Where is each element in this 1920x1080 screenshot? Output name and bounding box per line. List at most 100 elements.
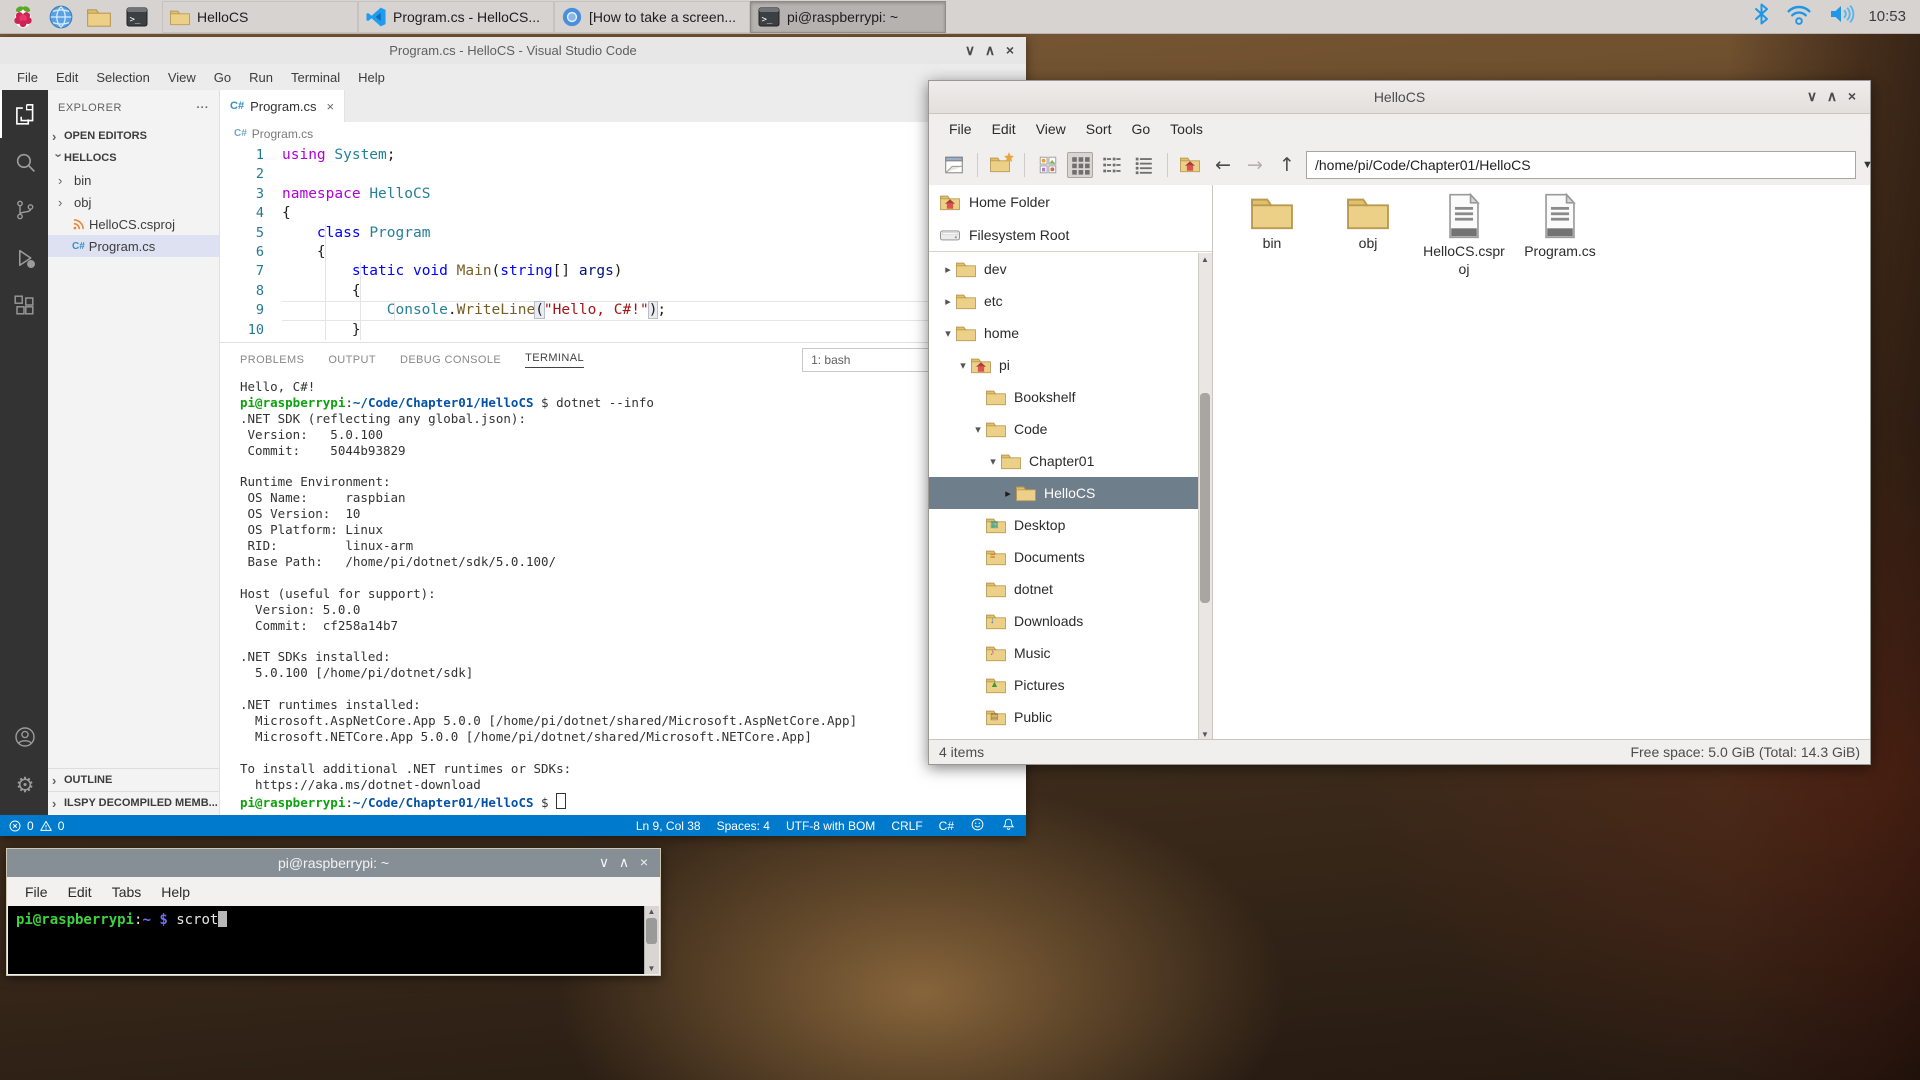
status-utf8[interactable]: UTF-8 with BOM — [786, 819, 875, 833]
activity-explorer-icon[interactable] — [0, 90, 48, 138]
scroll-down-icon[interactable]: ▼ — [1199, 730, 1211, 739]
tree-collapsed-icon[interactable]: ▸ — [1001, 487, 1015, 500]
path-dropdown-icon[interactable]: ▼ — [1862, 159, 1873, 171]
vscode-menu-view[interactable]: View — [159, 67, 205, 88]
panel-tab-problems[interactable]: PROBLEMS — [240, 354, 304, 366]
vscode-menu-terminal[interactable]: Terminal — [282, 67, 349, 88]
taskbar-window-1[interactable]: HelloCS — [162, 1, 358, 33]
scroll-down-icon[interactable]: ▼ — [645, 964, 658, 973]
code-area[interactable]: 1using System;23namespace HelloCS4{5 cla… — [220, 146, 1026, 342]
vscode-menu-selection[interactable]: Selection — [87, 67, 158, 88]
vscode-minimize-button[interactable]: ∨ — [960, 42, 980, 59]
panel-tab-output[interactable]: OUTPUT — [328, 354, 376, 366]
tree-item-bookshelf[interactable]: Bookshelf — [929, 381, 1199, 413]
tree-item-dotnet[interactable]: dotnet — [929, 573, 1199, 605]
terminal-minimize-button[interactable]: ∨ — [594, 854, 614, 871]
tree-item-desktop[interactable]: ▦Desktop — [929, 509, 1199, 541]
sidebar-section-outline[interactable]: ›OUTLINE — [48, 768, 219, 791]
taskbar-window-4[interactable]: >_pi@raspberrypi: ~ — [750, 1, 946, 33]
terminal-menu-tabs[interactable]: Tabs — [102, 880, 152, 904]
file-manager-close-button[interactable]: × — [1842, 88, 1862, 105]
taskbar-window-3[interactable]: [How to take a screen... — [554, 1, 750, 33]
scroll-up-icon[interactable]: ▲ — [1199, 255, 1211, 264]
vscode-menu-edit[interactable]: Edit — [47, 67, 87, 88]
tree-item-code[interactable]: ▾Code — [929, 413, 1199, 445]
taskbar-window-2[interactable]: Program.cs - HelloCS... — [358, 1, 554, 33]
scroll-up-icon[interactable]: ▲ — [645, 907, 658, 916]
tree-expanded-icon[interactable]: ▾ — [956, 359, 970, 372]
file-manager-titlebar[interactable]: HelloCS ∨∧× — [929, 81, 1870, 114]
panel-tab-debug-console[interactable]: DEBUG CONSOLE — [400, 354, 501, 366]
status-ln[interactable]: Ln 9, Col 38 — [636, 819, 701, 833]
status-spaces[interactable]: Spaces: 4 — [717, 819, 770, 833]
panel-tab-terminal[interactable]: TERMINAL — [525, 352, 584, 368]
terminal-menu-file[interactable]: File — [15, 880, 58, 904]
tree-item-downloads[interactable]: ↓Downloads — [929, 605, 1199, 637]
tree-expanded-icon[interactable]: ▾ — [971, 423, 985, 436]
feedback-icon[interactable] — [970, 817, 985, 835]
tree-item-pictures[interactable]: ▲Pictures — [929, 669, 1199, 701]
vscode-titlebar[interactable]: Program.cs - HelloCS - Visual Studio Cod… — [0, 37, 1026, 64]
integrated-terminal[interactable]: Hello, C#!pi@raspberrypi:~/Code/Chapter0… — [220, 376, 1026, 810]
terminal-scrollbar[interactable]: ▲ ▼ — [644, 906, 659, 974]
forward-button[interactable]: → — [1242, 152, 1268, 178]
problems-status[interactable]: 00 — [0, 819, 64, 833]
launcher-terminal[interactable]: >_ — [122, 3, 152, 31]
status-crlf[interactable]: CRLF — [891, 819, 922, 833]
tree-item-dev[interactable]: ▸dev — [929, 253, 1199, 285]
place-home-folder[interactable]: Home Folder — [929, 185, 1212, 218]
status-c[interactable]: C# — [939, 819, 954, 833]
more-actions-icon[interactable]: ··· — [197, 102, 210, 114]
notifications-bell-icon[interactable] — [1001, 817, 1016, 835]
explorer-item-hellocs.csproj[interactable]: HelloCS.csproj — [48, 213, 219, 235]
terminal-screen[interactable]: pi@raspberrypi:~ $ scrot ▲ ▼ — [8, 906, 659, 974]
tree-expanded-icon[interactable]: ▾ — [941, 327, 955, 340]
place-filesystem-root[interactable]: Filesystem Root — [929, 218, 1212, 251]
scrollbar-thumb[interactable] — [1200, 393, 1210, 603]
tree-item-chapter01[interactable]: ▾Chapter01 — [929, 445, 1199, 477]
scrollbar-thumb[interactable] — [646, 918, 657, 944]
tray-volume[interactable] — [1828, 2, 1856, 31]
explorer-section-open-editors[interactable]: ›OPEN EDITORS — [48, 125, 219, 147]
vscode-menu-run[interactable]: Run — [240, 67, 282, 88]
icon-view-button[interactable] — [1067, 152, 1093, 178]
tree-item-music[interactable]: ♪Music — [929, 637, 1199, 669]
tree-item-hellocs[interactable]: ▸HelloCS — [929, 477, 1199, 509]
sidebar-section-ilspy[interactable]: ›ILSPY DECOMPILED MEMB... — [48, 791, 219, 814]
activity-settings-icon[interactable]: ⚙ — [0, 761, 48, 809]
activity-search-icon[interactable] — [0, 138, 48, 186]
home-button[interactable] — [1178, 152, 1204, 178]
tree-item-home[interactable]: ▾home — [929, 317, 1199, 349]
explorer-item-bin[interactable]: ›bin — [48, 169, 219, 191]
thumbnail-view-button[interactable] — [1035, 152, 1061, 178]
activity-extensions-icon[interactable] — [0, 282, 48, 330]
vscode-menu-file[interactable]: File — [8, 67, 47, 88]
back-button[interactable]: ← — [1210, 152, 1236, 178]
activity-account-icon[interactable] — [0, 713, 48, 761]
tab-program-cs[interactable]: C# Program.cs × — [220, 90, 345, 122]
fm-menu-file[interactable]: File — [939, 117, 982, 141]
up-button[interactable]: ↑ — [1274, 152, 1300, 178]
clock[interactable]: 10:53 — [1868, 8, 1920, 25]
launcher-file-manager[interactable] — [84, 3, 114, 31]
tree-collapsed-icon[interactable]: ▸ — [941, 263, 955, 276]
tree-expanded-icon[interactable]: ▾ — [986, 455, 1000, 468]
file-manager-maximize-button[interactable]: ∧ — [1822, 88, 1842, 105]
tree-collapsed-icon[interactable]: ▸ — [941, 295, 955, 308]
fm-menu-edit[interactable]: Edit — [982, 117, 1026, 141]
close-tab-icon[interactable]: × — [327, 99, 335, 114]
new-window-button[interactable] — [941, 152, 967, 178]
vscode-close-button[interactable]: × — [1000, 42, 1020, 59]
terminal-menu-help[interactable]: Help — [151, 880, 200, 904]
breadcrumb[interactable]: C# Program.cs — [220, 122, 1026, 146]
tree-scrollbar[interactable]: ▲ ▼ — [1198, 253, 1212, 741]
explorer-section-hellocs[interactable]: ›HELLOCS — [48, 147, 219, 169]
file-item-obj[interactable]: obj — [1322, 193, 1414, 278]
new-folder-button[interactable] — [988, 152, 1014, 178]
launcher-raspberry-menu[interactable] — [8, 3, 38, 31]
detail-view-button[interactable] — [1131, 152, 1157, 178]
terminal-maximize-button[interactable]: ∧ — [614, 854, 634, 871]
terminal-titlebar[interactable]: pi@raspberrypi: ~ ∨∧× — [7, 849, 660, 877]
explorer-item-program.cs[interactable]: C#Program.cs — [48, 235, 219, 257]
tree-item-etc[interactable]: ▸etc — [929, 285, 1199, 317]
